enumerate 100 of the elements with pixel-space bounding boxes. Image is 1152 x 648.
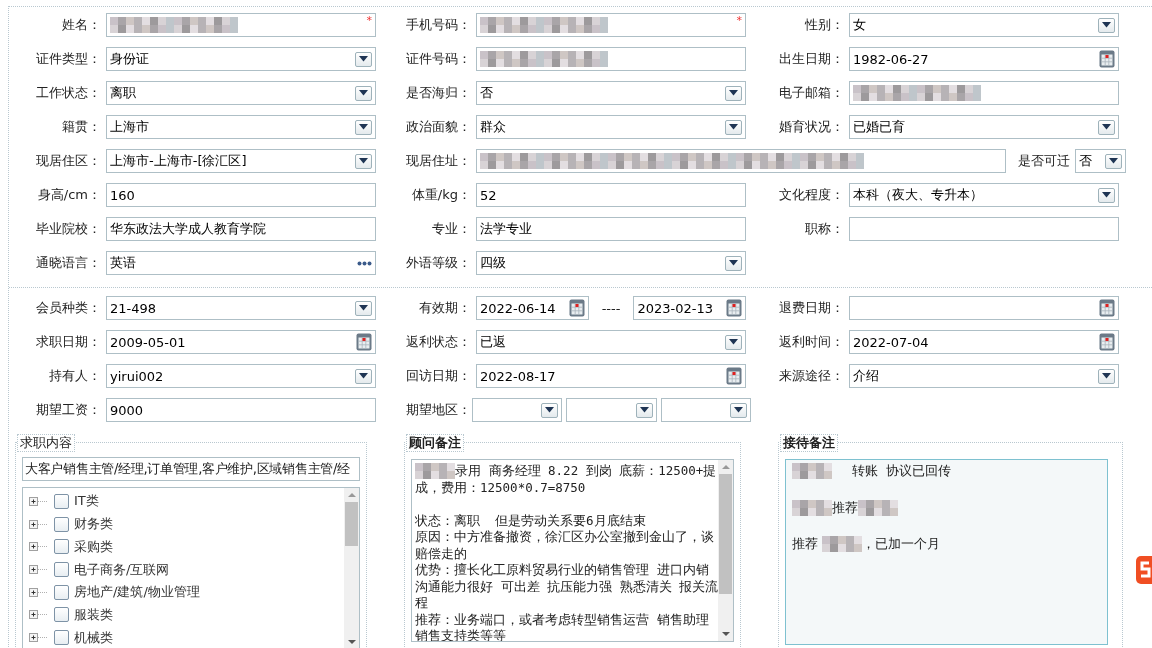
text-field[interactable]: 法学专业 — [476, 217, 746, 241]
note-text: 原因：中方准备撤资，徐汇区办公室撤到金山了，谈 — [415, 529, 714, 546]
scrollbar-thumb[interactable] — [719, 474, 732, 594]
note-text: 状态：离职 但是劳动关系要6月底结束 — [415, 512, 646, 529]
field-label: 通晓语言： — [35, 254, 102, 272]
tree-item[interactable]: 机械类 — [29, 626, 344, 648]
expand-icon[interactable] — [29, 519, 49, 529]
dropdown-field[interactable] — [472, 398, 563, 422]
dropdown-field[interactable]: 21-498 — [106, 296, 376, 320]
note-text: 赔偿走的 — [415, 545, 467, 562]
expand-icon[interactable] — [29, 633, 49, 643]
required-mark: * — [366, 15, 372, 26]
checkbox[interactable] — [54, 630, 69, 646]
dropdown-field[interactable]: 已婚已育 — [849, 115, 1119, 139]
tree-label: 机械类 — [74, 628, 113, 647]
date-field[interactable]: 1982-06-27 — [849, 47, 1119, 71]
notes-field[interactable]: 录用 商务经理 8.22 到岗 底薪：12500+提 成，费用：12500*0.7=8750 状态：离职 但是劳动关系要6月底结束 原因：中方准备撤资，徐汇区办公室撤到金山了，谈 赔偿走的 优势：擅长化工原料贸易行业的销售管理 进口内销 沟通能力很好 可出差 抗压能力强 熟悉清关 报关流 程 推荐：业务端口，或者考虑转型销售运营 销售助理 销售支持类等等 — [411, 459, 734, 642]
scrollbar-thumb[interactable] — [345, 502, 358, 546]
calendar-icon[interactable] — [1099, 299, 1115, 317]
text-field[interactable]: * — [106, 13, 376, 37]
field-label: 求职日期： — [35, 333, 102, 351]
tree-item[interactable]: 房地产/建筑/物业管理 — [29, 580, 344, 604]
text-field[interactable]: 9000 — [106, 398, 376, 422]
text-field[interactable]: * — [476, 13, 746, 37]
expand-icon[interactable] — [29, 565, 49, 574]
note-text: 销售支持类等等 — [415, 628, 506, 641]
note-text: 转账 协议已回传 — [850, 463, 951, 480]
tree-item[interactable]: 电子商务/互联网 — [29, 558, 344, 581]
checkbox[interactable] — [54, 607, 69, 623]
field-label: 是否海归： — [405, 84, 472, 102]
tree-item[interactable]: 财务类 — [29, 512, 344, 536]
field-label: 专业： — [431, 220, 472, 238]
date-field[interactable]: 2022-06-14 — [476, 296, 589, 320]
dropdown-field[interactable]: 上海市-上海市-[徐汇区] — [106, 149, 376, 173]
dropdown-field[interactable]: 群众 — [476, 115, 746, 139]
panel-legend: 求职内容 — [17, 434, 75, 452]
tree-label: IT类 — [74, 492, 99, 511]
calendar-icon[interactable] — [1099, 333, 1115, 351]
date-field[interactable]: 2022-07-04 — [849, 330, 1119, 354]
checkbox[interactable] — [54, 493, 69, 509]
dropdown-field[interactable]: 本科（夜大、专升本） — [849, 183, 1119, 207]
required-mark: * — [736, 15, 742, 26]
text-field[interactable]: 160 — [106, 183, 376, 207]
dropdown-field[interactable]: 四级 — [476, 251, 746, 275]
scrollbar[interactable] — [718, 460, 733, 641]
tree-label: 服装类 — [74, 605, 113, 624]
field-label: 文化程度： — [778, 186, 845, 204]
field-label: 体重/kg： — [410, 186, 472, 204]
note-text: 推荐 — [832, 499, 858, 516]
note-text: 推荐 — [792, 536, 819, 553]
input-method-icon[interactable] — [1136, 556, 1152, 584]
tree-item[interactable]: 服装类 — [29, 603, 344, 627]
dropdown-field[interactable] — [566, 398, 657, 422]
note-text: 程 — [415, 595, 428, 612]
expand-icon[interactable] — [29, 610, 49, 620]
tree-item[interactable]: IT类 — [29, 490, 344, 513]
text-field[interactable] — [849, 81, 1119, 105]
calendar-icon[interactable] — [726, 367, 742, 385]
scrollbar[interactable] — [344, 488, 359, 648]
calendar-icon[interactable] — [1099, 50, 1115, 68]
dropdown-field[interactable]: yirui002 — [106, 364, 376, 388]
dropdown-field[interactable]: 女 — [849, 13, 1119, 37]
dropdown-field[interactable] — [660, 398, 751, 422]
dropdown-field[interactable]: 已返 — [476, 330, 746, 354]
more-icon[interactable] — [357, 260, 372, 266]
date-field[interactable]: 2009-05-01 — [106, 330, 376, 354]
date-field[interactable] — [849, 296, 1119, 320]
text-field[interactable]: 52 — [476, 183, 746, 207]
notes-field[interactable]: 转账 协议已回传 推荐 推荐 ，已加一个月 — [785, 459, 1108, 645]
text-field[interactable]: 英语 — [106, 251, 376, 275]
dropdown-field[interactable]: 离职 — [106, 81, 376, 105]
tree-item[interactable]: 采购类 — [29, 535, 344, 559]
dropdown-field[interactable]: 身份证 — [106, 47, 376, 71]
field-label: 退费日期： — [778, 299, 845, 317]
expand-icon[interactable] — [29, 542, 49, 552]
date-field[interactable]: 2023-02-13 — [633, 296, 746, 320]
checkbox[interactable] — [54, 516, 69, 532]
calendar-icon[interactable] — [568, 299, 585, 317]
tree-label: 采购类 — [74, 537, 113, 556]
checkbox[interactable] — [54, 584, 69, 600]
calendar-icon[interactable] — [726, 299, 742, 317]
text-field[interactable] — [476, 149, 1006, 173]
expand-icon[interactable] — [29, 587, 49, 597]
dropdown-field[interactable]: 上海市 — [106, 115, 376, 139]
text-field[interactable] — [476, 47, 746, 71]
field-label: 籍贯： — [61, 118, 102, 136]
calendar-icon[interactable] — [356, 333, 372, 351]
note-text: 录用 商务经理 8.22 到岗 底薪：12500+提 — [455, 463, 717, 480]
field-label: 现居住区： — [35, 152, 102, 170]
dropdown-field[interactable]: 否 — [476, 81, 746, 105]
text-field[interactable]: 大客户销售主管/经理,订单管理,客户维护,区域销售主管/经 — [22, 457, 360, 481]
checkbox[interactable] — [54, 539, 69, 555]
text-field[interactable]: 华东政法大学成人教育学院 — [106, 217, 376, 241]
dropdown-field[interactable]: 否 — [1075, 149, 1126, 173]
checkbox[interactable] — [54, 562, 69, 577]
date-field[interactable]: 2022-08-17 — [476, 364, 746, 388]
dropdown-field[interactable]: 介绍 — [849, 364, 1119, 388]
expand-icon[interactable] — [29, 496, 49, 506]
field-label: 职称： — [804, 220, 845, 238]
text-field[interactable] — [849, 217, 1119, 241]
